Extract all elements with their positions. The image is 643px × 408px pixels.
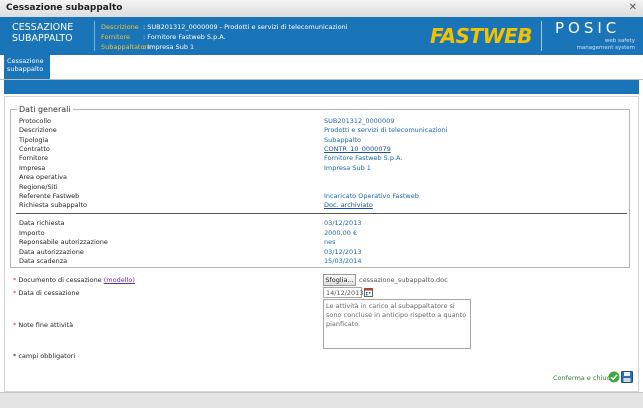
date-input[interactable]: 14/12/2013 xyxy=(323,287,363,298)
fastweb-logo: FASTWEB xyxy=(429,24,533,48)
required-fields-note: * campi obbligatori xyxy=(13,352,76,360)
page-title-line2: SUBAPPALTO xyxy=(12,33,73,44)
tab-cessazione-subappalto[interactable]: Cessazione subappalto xyxy=(4,55,50,79)
selected-file-name: cessazione_subappalto.doc xyxy=(359,276,448,284)
general-data-legend: Dati generali xyxy=(19,105,71,114)
page-title: CESSAZIONE SUBAPPALTO xyxy=(12,22,73,44)
header-divider xyxy=(94,21,95,51)
archived-doc-link[interactable]: Doc. archiviato xyxy=(324,201,373,209)
tab-strip: Cessazione subappalto xyxy=(0,55,643,80)
doc-field-label: * Documento di cessazione (modello) xyxy=(13,276,135,284)
window-titlebar: Cessazione subappalto ✕ xyxy=(0,0,643,18)
date-field-label: * Data di cessazione xyxy=(13,289,80,297)
save-icon[interactable] xyxy=(621,371,633,383)
fieldset-divider xyxy=(16,213,627,214)
window-statusbar xyxy=(0,392,643,408)
header-info: Descrizione: SUB201312_0000009 - Prodott… xyxy=(101,22,348,52)
notes-field-label: * Note fine attività xyxy=(13,321,74,329)
confirm-close-label[interactable]: Conferma e chiudi xyxy=(553,374,612,382)
calendar-icon[interactable] xyxy=(364,287,373,297)
posic-logo: POSIC web safety management system xyxy=(541,17,643,55)
contract-link[interactable]: CONTR_10_0000079 xyxy=(324,145,391,153)
header-info-subcontractor: Subappaltatore: Impresa Sub 1 xyxy=(101,43,195,51)
checkmark-icon[interactable] xyxy=(608,371,620,383)
window-title: Cessazione subappalto xyxy=(6,3,123,13)
section-bar xyxy=(4,80,639,94)
header-info-supplier: Fornitore: Fornitore Fastweb S.p.A. xyxy=(101,33,226,41)
notes-textarea[interactable]: Le attività in carico al subappaltatore … xyxy=(323,299,471,349)
browse-button[interactable]: Sfoglia... xyxy=(323,274,356,286)
close-icon[interactable]: ✕ xyxy=(629,2,637,13)
header-info-description: Descrizione: SUB201312_0000009 - Prodott… xyxy=(101,23,348,31)
model-link[interactable]: (modello) xyxy=(104,276,135,284)
page-title-line1: CESSAZIONE xyxy=(12,22,74,33)
